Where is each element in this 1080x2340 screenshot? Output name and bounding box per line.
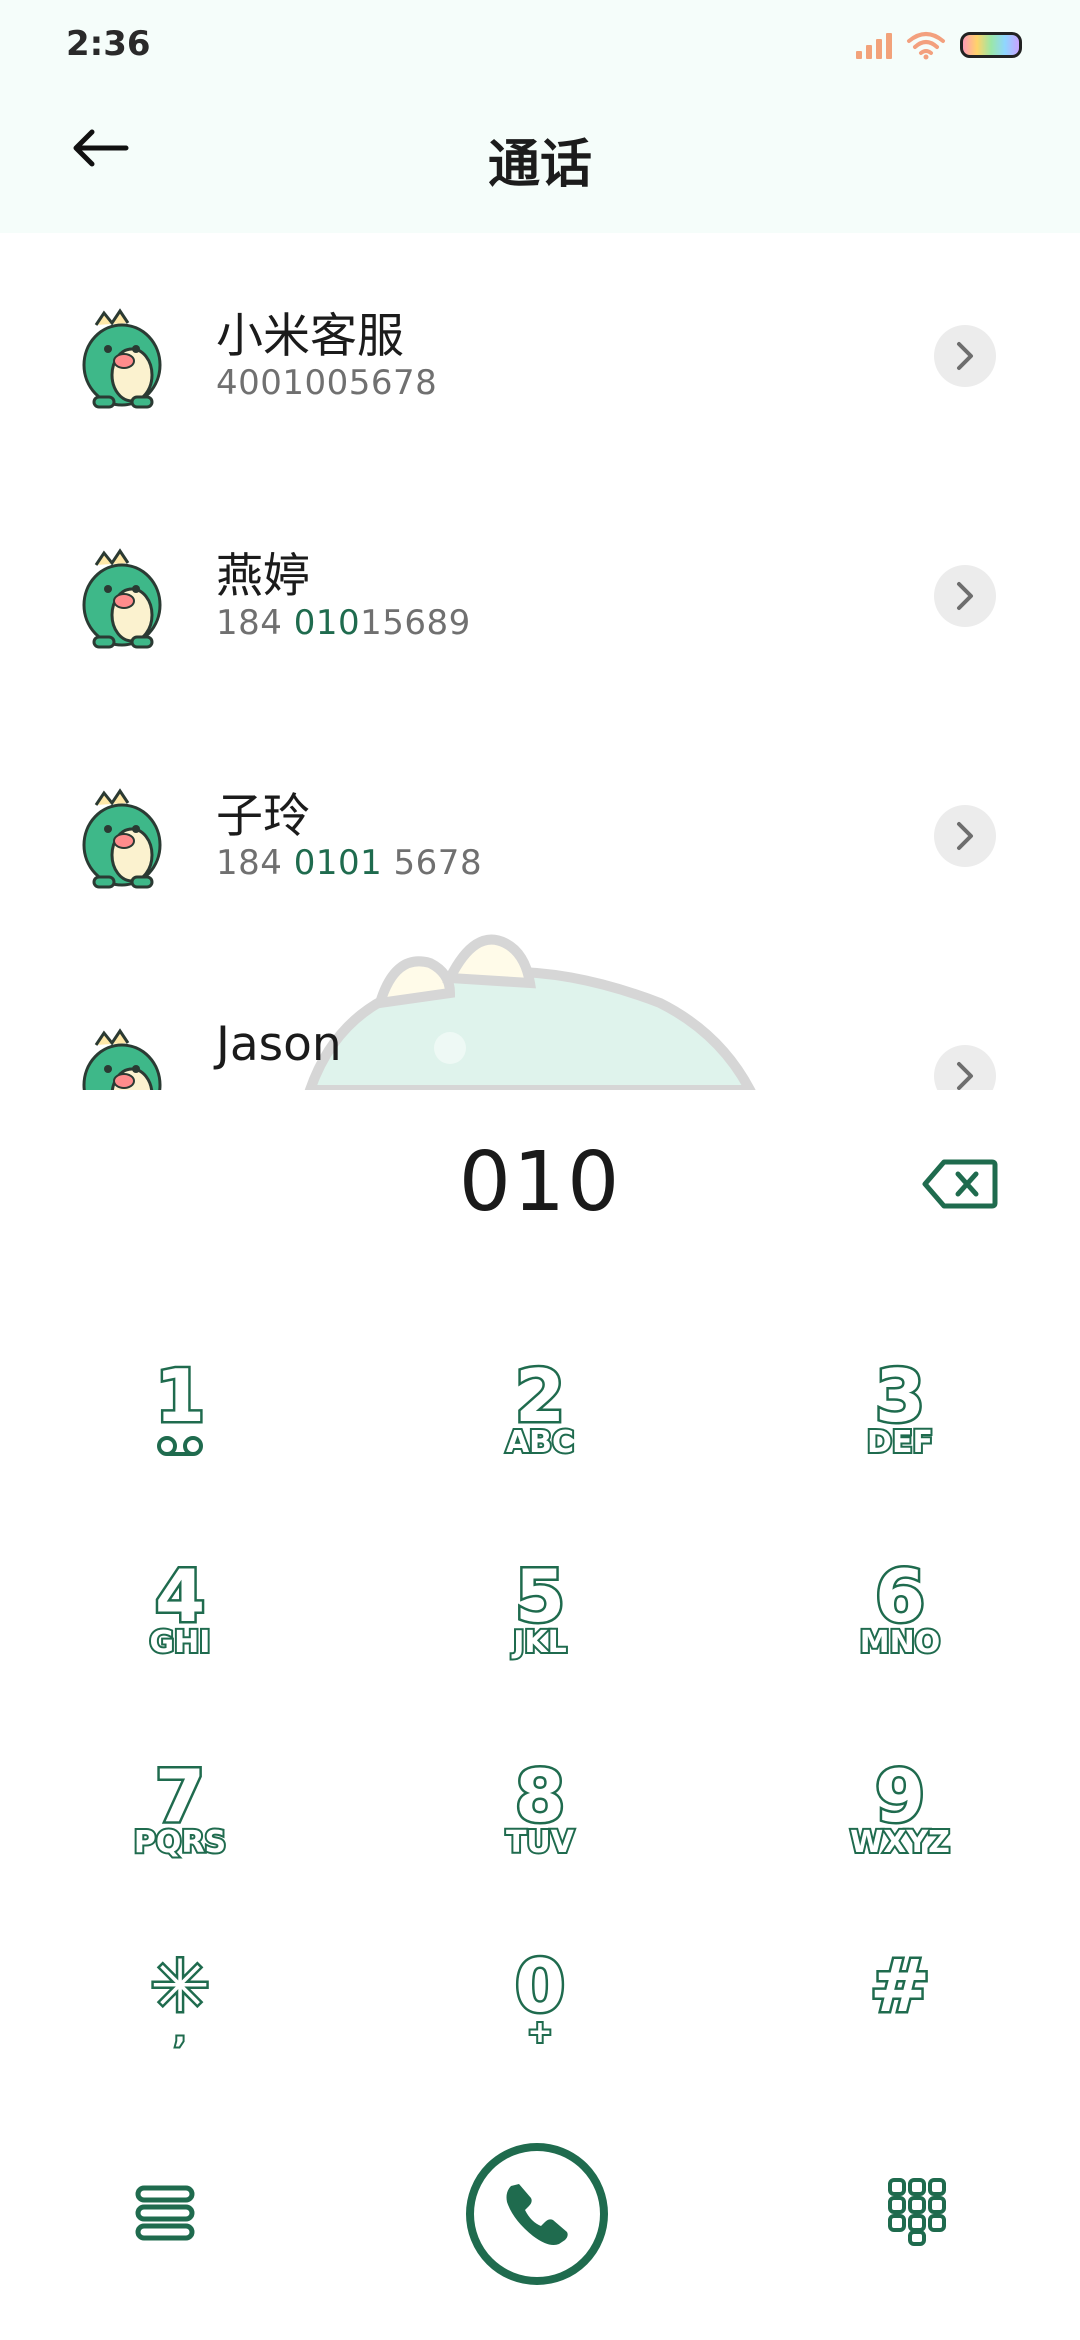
dial-key-3[interactable]: 3 DEF [800, 1358, 1000, 1510]
dialpad-icon[interactable] [886, 2176, 948, 2246]
call-button[interactable] [466, 2143, 608, 2285]
status-icons [856, 30, 1022, 60]
dino-avatar-icon [82, 788, 162, 889]
dial-key-0[interactable]: 0 + [440, 1948, 640, 2100]
contact-detail-button[interactable] [934, 325, 996, 387]
dial-key-1[interactable]: 1 [80, 1358, 280, 1510]
contact-row[interactable]: Jason [0, 953, 1080, 1090]
contact-number: 4001005678 [216, 363, 438, 403]
contact-list: 小米客服 4001005678 燕婷 184 01015689 子玲 184 0… [0, 233, 1080, 1090]
contact-name: Jason [216, 1017, 342, 1072]
contact-row[interactable]: 小米客服 4001005678 [0, 233, 1080, 473]
contact-name: 燕婷 [216, 549, 310, 604]
contact-detail-button[interactable] [934, 805, 996, 867]
battery-icon [960, 32, 1022, 58]
contact-row[interactable]: 燕婷 184 01015689 [0, 473, 1080, 713]
phone-icon [506, 2184, 568, 2245]
voicemail-icon [157, 1436, 203, 1456]
contact-number: 184 01015689 [216, 603, 471, 643]
dial-key-6[interactable]: 6 MNO [800, 1558, 1000, 1710]
contact-detail-button[interactable] [934, 565, 996, 627]
contact-name: 子玲 [216, 789, 310, 844]
dial-key-4[interactable]: 4 GHI [80, 1558, 280, 1710]
menu-icon[interactable] [132, 2180, 198, 2246]
dino-avatar-icon [82, 308, 162, 409]
contact-number: 184 0101 5678 [216, 843, 483, 883]
status-time: 2:36 [66, 24, 151, 64]
top-bar: 2:36 通话 [0, 0, 1080, 233]
dial-key-star[interactable]: ✳, [80, 1948, 280, 2100]
dial-key-7[interactable]: 7 PQRS [80, 1758, 280, 1910]
contact-name: 小米客服 [216, 309, 404, 364]
dial-key-9[interactable]: 9 WXYZ [800, 1758, 1000, 1910]
dial-key-2[interactable]: 2 ABC [440, 1358, 640, 1510]
dialed-number: 010 [458, 1135, 622, 1230]
signal-icon [856, 31, 892, 59]
chevron-right-icon [957, 342, 973, 370]
chevron-right-icon [957, 822, 973, 850]
wifi-icon [907, 32, 945, 60]
chevron-right-icon [957, 1062, 973, 1090]
dial-key-hash[interactable]: # [800, 1948, 1000, 2100]
dino-avatar-icon [82, 548, 162, 649]
chevron-right-icon [957, 582, 973, 610]
dial-key-8[interactable]: 8 TUV [440, 1758, 640, 1910]
page-title: 通话 [487, 135, 592, 195]
dino-avatar-icon [82, 1028, 162, 1090]
dial-key-5[interactable]: 5 JKL [440, 1558, 640, 1710]
contact-detail-button[interactable] [934, 1045, 996, 1090]
backspace-icon[interactable] [922, 1158, 998, 1210]
contact-row[interactable]: 子玲 184 0101 5678 [0, 713, 1080, 953]
